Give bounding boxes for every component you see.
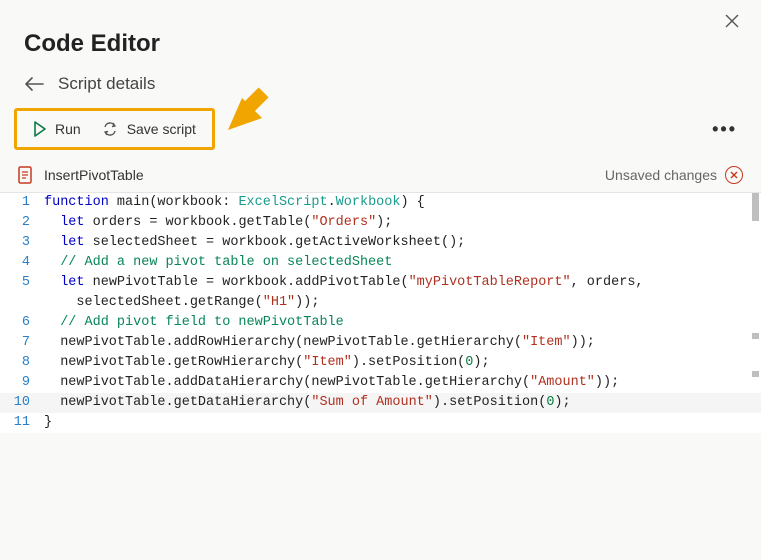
code-line[interactable]: selectedSheet.getRange("H1"));: [0, 293, 761, 313]
code-content[interactable]: newPivotTable.getRowHierarchy("Item").se…: [44, 353, 761, 373]
line-number: 3: [0, 233, 44, 253]
code-editor[interactable]: 1function main(workbook: ExcelScript.Wor…: [0, 192, 761, 433]
play-icon: [33, 121, 47, 137]
code-content[interactable]: let orders = workbook.getTable("Orders")…: [44, 213, 761, 233]
toolbar-row: Run Save script •••: [0, 108, 761, 150]
more-actions-button[interactable]: •••: [706, 115, 743, 144]
page-title: Code Editor: [24, 30, 160, 58]
breadcrumb-label: Script details: [58, 74, 155, 94]
code-line[interactable]: 4 // Add a new pivot table on selectedSh…: [0, 253, 761, 273]
action-toolbar: Run Save script: [14, 108, 215, 150]
code-line[interactable]: 1function main(workbook: ExcelScript.Wor…: [0, 193, 761, 213]
save-label: Save script: [127, 121, 196, 137]
code-line[interactable]: 8 newPivotTable.getRowHierarchy("Item").…: [0, 353, 761, 373]
close-button[interactable]: [717, 8, 747, 37]
code-content[interactable]: newPivotTable.getDataHierarchy("Sum of A…: [44, 393, 761, 413]
line-number: [0, 293, 44, 313]
line-number: 6: [0, 313, 44, 333]
code-line[interactable]: 3 let selectedSheet = workbook.getActive…: [0, 233, 761, 253]
code-content[interactable]: function main(workbook: ExcelScript.Work…: [44, 193, 761, 213]
line-number: 10: [0, 393, 44, 413]
code-content[interactable]: }: [44, 413, 761, 433]
code-line[interactable]: 5 let newPivotTable = workbook.addPivotT…: [0, 273, 761, 293]
unsaved-status: Unsaved changes: [605, 167, 717, 183]
code-line[interactable]: 7 newPivotTable.addRowHierarchy(newPivot…: [0, 333, 761, 353]
line-number: 4: [0, 253, 44, 273]
line-number: 9: [0, 373, 44, 393]
breadcrumb-row: Script details: [0, 74, 761, 108]
code-line[interactable]: 2 let orders = workbook.getTable("Orders…: [0, 213, 761, 233]
line-number: 2: [0, 213, 44, 233]
code-content[interactable]: newPivotTable.addRowHierarchy(newPivotTa…: [44, 333, 761, 353]
line-number: 11: [0, 413, 44, 433]
minimap[interactable]: [752, 193, 759, 433]
back-arrow-icon[interactable]: [24, 77, 44, 91]
line-number: 7: [0, 333, 44, 353]
file-bar: InsertPivotTable Unsaved changes: [0, 162, 761, 192]
header: Code Editor: [0, 0, 761, 74]
code-content[interactable]: let newPivotTable = workbook.addPivotTab…: [44, 273, 761, 293]
discard-changes-button[interactable]: [725, 166, 743, 184]
run-label: Run: [55, 121, 81, 137]
sync-icon: [101, 121, 119, 137]
code-line[interactable]: 10 newPivotTable.getDataHierarchy("Sum o…: [0, 393, 761, 413]
code-line[interactable]: 11}: [0, 413, 761, 433]
code-content[interactable]: // Add a new pivot table on selectedShee…: [44, 253, 761, 273]
line-number: 5: [0, 273, 44, 293]
run-button[interactable]: Run: [25, 117, 89, 141]
script-file-icon: [18, 166, 34, 184]
code-content[interactable]: // Add pivot field to newPivotTable: [44, 313, 761, 333]
script-name: InsertPivotTable: [44, 167, 144, 183]
code-content[interactable]: newPivotTable.addDataHierarchy(newPivotT…: [44, 373, 761, 393]
code-line[interactable]: 9 newPivotTable.addDataHierarchy(newPivo…: [0, 373, 761, 393]
save-script-button[interactable]: Save script: [93, 117, 204, 141]
code-content[interactable]: selectedSheet.getRange("H1"));: [44, 293, 761, 313]
line-number: 8: [0, 353, 44, 373]
code-content[interactable]: let selectedSheet = workbook.getActiveWo…: [44, 233, 761, 253]
line-number: 1: [0, 193, 44, 213]
code-line[interactable]: 6 // Add pivot field to newPivotTable: [0, 313, 761, 333]
